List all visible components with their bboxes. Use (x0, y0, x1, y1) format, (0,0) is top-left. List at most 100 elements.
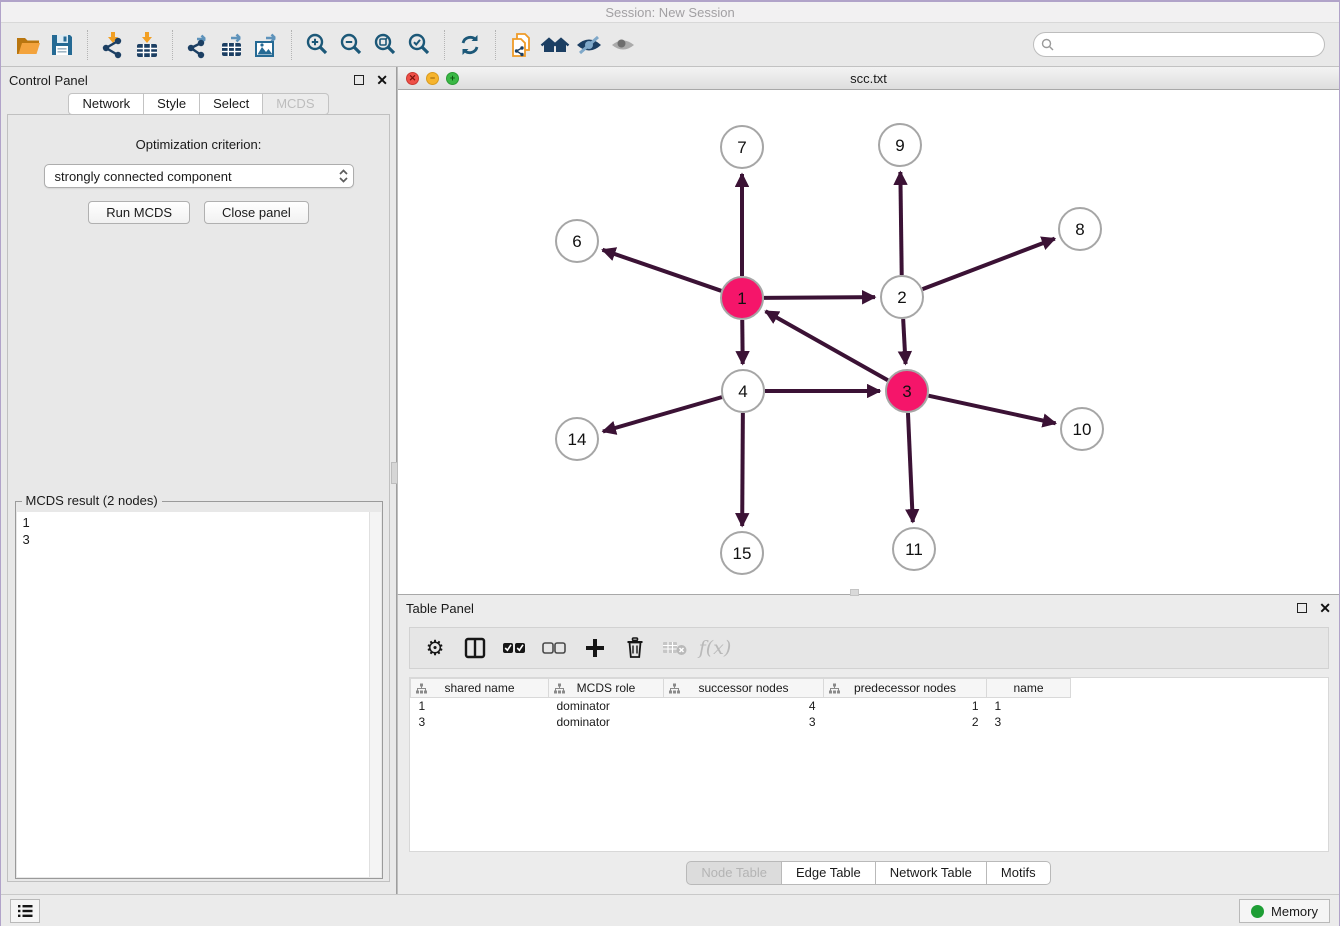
control-panel-tabs: NetworkStyleSelectMCDS (1, 93, 396, 115)
tab-style[interactable]: Style (144, 93, 200, 115)
deselect-all-icon[interactable] (538, 632, 572, 664)
function-builder-icon[interactable]: f(x) (698, 632, 732, 664)
table-cell[interactable]: dominator (549, 714, 664, 730)
edge-3-10[interactable] (928, 396, 1055, 424)
table-cell[interactable]: dominator (549, 698, 664, 714)
graph-node-6[interactable]: 6 (556, 220, 598, 262)
search-input[interactable] (1033, 32, 1325, 57)
graph-node-8[interactable]: 8 (1059, 208, 1101, 250)
mcds-result-title: MCDS result (2 nodes) (22, 493, 162, 508)
svg-text:11: 11 (905, 540, 923, 559)
table-cell[interactable]: 1 (824, 698, 987, 714)
split-columns-icon[interactable] (458, 632, 492, 664)
graph-node-4[interactable]: 4 (722, 370, 764, 412)
control-panel: Control Panel ✕ NetworkStyleSelectMCDS O… (1, 67, 397, 894)
table-cell[interactable]: 3 (987, 714, 1071, 730)
graph-node-11[interactable]: 11 (893, 528, 935, 570)
settings-icon[interactable]: ⚙ (418, 632, 452, 664)
task-history-button[interactable] (10, 899, 40, 923)
save-icon[interactable] (45, 29, 79, 61)
close-panel-button[interactable]: Close panel (204, 201, 309, 224)
column-header-MCDS-role[interactable]: MCDS role (549, 679, 664, 698)
column-header-shared-name[interactable]: shared name (411, 679, 549, 698)
edge-1-2[interactable] (764, 297, 875, 298)
table-row[interactable]: 1dominator411 (411, 698, 1071, 714)
memory-status-icon (1251, 905, 1264, 918)
table-row[interactable]: 3dominator323 (411, 714, 1071, 730)
memory-label: Memory (1271, 904, 1318, 919)
select-all-icon[interactable] (498, 632, 532, 664)
import-table-icon[interactable] (130, 29, 164, 61)
column-header-successor-nodes[interactable]: successor nodes (664, 679, 824, 698)
network-window-title: scc.txt (398, 71, 1339, 86)
zoom-out-icon[interactable] (334, 29, 368, 61)
table-tabs: Node TableEdge TableNetwork TableMotifs (686, 861, 1050, 885)
export-image-icon[interactable] (249, 29, 283, 61)
edge-2-3[interactable] (903, 319, 905, 364)
network-canvas[interactable]: 7 9 6 8 1 2 4 3 14 10 15 11 (398, 90, 1339, 594)
add-column-icon[interactable] (578, 632, 612, 664)
graph-node-3[interactable]: 3 (886, 370, 928, 412)
graph-node-10[interactable]: 10 (1061, 408, 1103, 450)
table-cell[interactable]: 3 (411, 714, 549, 730)
edge-2-9[interactable] (900, 172, 901, 275)
run-mcds-button[interactable]: Run MCDS (88, 201, 190, 224)
splitter-handle[interactable] (850, 589, 859, 596)
edge-4-14[interactable] (603, 397, 722, 431)
mcds-result-text[interactable]: 13 (17, 512, 381, 877)
table-cell[interactable]: 4 (664, 698, 824, 714)
export-network-icon[interactable] (181, 29, 215, 61)
open-icon[interactable] (11, 29, 45, 61)
graph-node-7[interactable]: 7 (721, 126, 763, 168)
show-all-icon[interactable] (606, 29, 640, 61)
graph-node-14[interactable]: 14 (556, 418, 598, 460)
network-graph[interactable]: 7 9 6 8 1 2 4 3 14 10 15 11 (398, 90, 1332, 594)
float-panel-icon[interactable] (354, 75, 364, 85)
mcds-result-box: MCDS result (2 nodes) 13 (15, 501, 383, 879)
table-cell[interactable]: 1 (987, 698, 1071, 714)
close-panel-icon[interactable]: ✕ (1319, 603, 1331, 613)
zoom-in-icon[interactable] (300, 29, 334, 61)
svg-text:10: 10 (1073, 420, 1092, 439)
float-panel-icon[interactable] (1297, 603, 1307, 613)
graph-node-9[interactable]: 9 (879, 124, 921, 166)
copy-network-icon[interactable] (504, 29, 538, 61)
graph-node-15[interactable]: 15 (721, 532, 763, 574)
edge-3-1[interactable] (766, 311, 888, 380)
delete-table-icon[interactable] (658, 632, 692, 664)
graph-node-2[interactable]: 2 (881, 276, 923, 318)
tab-edge-table[interactable]: Edge Table (782, 861, 876, 885)
memory-button[interactable]: Memory (1239, 899, 1330, 923)
edge-3-11[interactable] (908, 413, 913, 522)
tab-network[interactable]: Network (68, 93, 144, 115)
hide-selected-icon[interactable] (572, 29, 606, 61)
delete-column-icon[interactable] (618, 632, 652, 664)
refresh-icon[interactable] (453, 29, 487, 61)
close-panel-icon[interactable]: ✕ (376, 75, 388, 85)
table-cell[interactable]: 3 (664, 714, 824, 730)
svg-text:3: 3 (902, 382, 911, 401)
edge-1-6[interactable] (603, 250, 722, 291)
splitter-handle[interactable] (391, 462, 398, 484)
home-icon[interactable] (538, 29, 572, 61)
table-cell[interactable]: 2 (824, 714, 987, 730)
graph-node-1[interactable]: 1 (721, 277, 763, 319)
column-header-predecessor-nodes[interactable]: predecessor nodes (824, 679, 987, 698)
zoom-fit-icon[interactable] (368, 29, 402, 61)
edge-2-8[interactable] (923, 239, 1055, 290)
svg-text:7: 7 (737, 138, 746, 157)
table-cell[interactable]: 1 (411, 698, 549, 714)
tab-network-table[interactable]: Network Table (876, 861, 987, 885)
import-network-icon[interactable] (96, 29, 130, 61)
result-scrollbar[interactable] (369, 512, 381, 877)
tab-select[interactable]: Select (200, 93, 263, 115)
optimization-criterion-select[interactable]: strongly connected component (44, 164, 354, 188)
node-table: shared nameMCDS rolesuccessor nodesprede… (409, 677, 1329, 852)
tab-mcds[interactable]: MCDS (263, 93, 328, 115)
export-table-icon[interactable] (215, 29, 249, 61)
edge-4-15[interactable] (742, 413, 743, 526)
zoom-selected-icon[interactable] (402, 29, 436, 61)
tab-node-table[interactable]: Node Table (686, 861, 782, 885)
tab-motifs[interactable]: Motifs (987, 861, 1051, 885)
column-header-name[interactable]: name (987, 679, 1071, 698)
